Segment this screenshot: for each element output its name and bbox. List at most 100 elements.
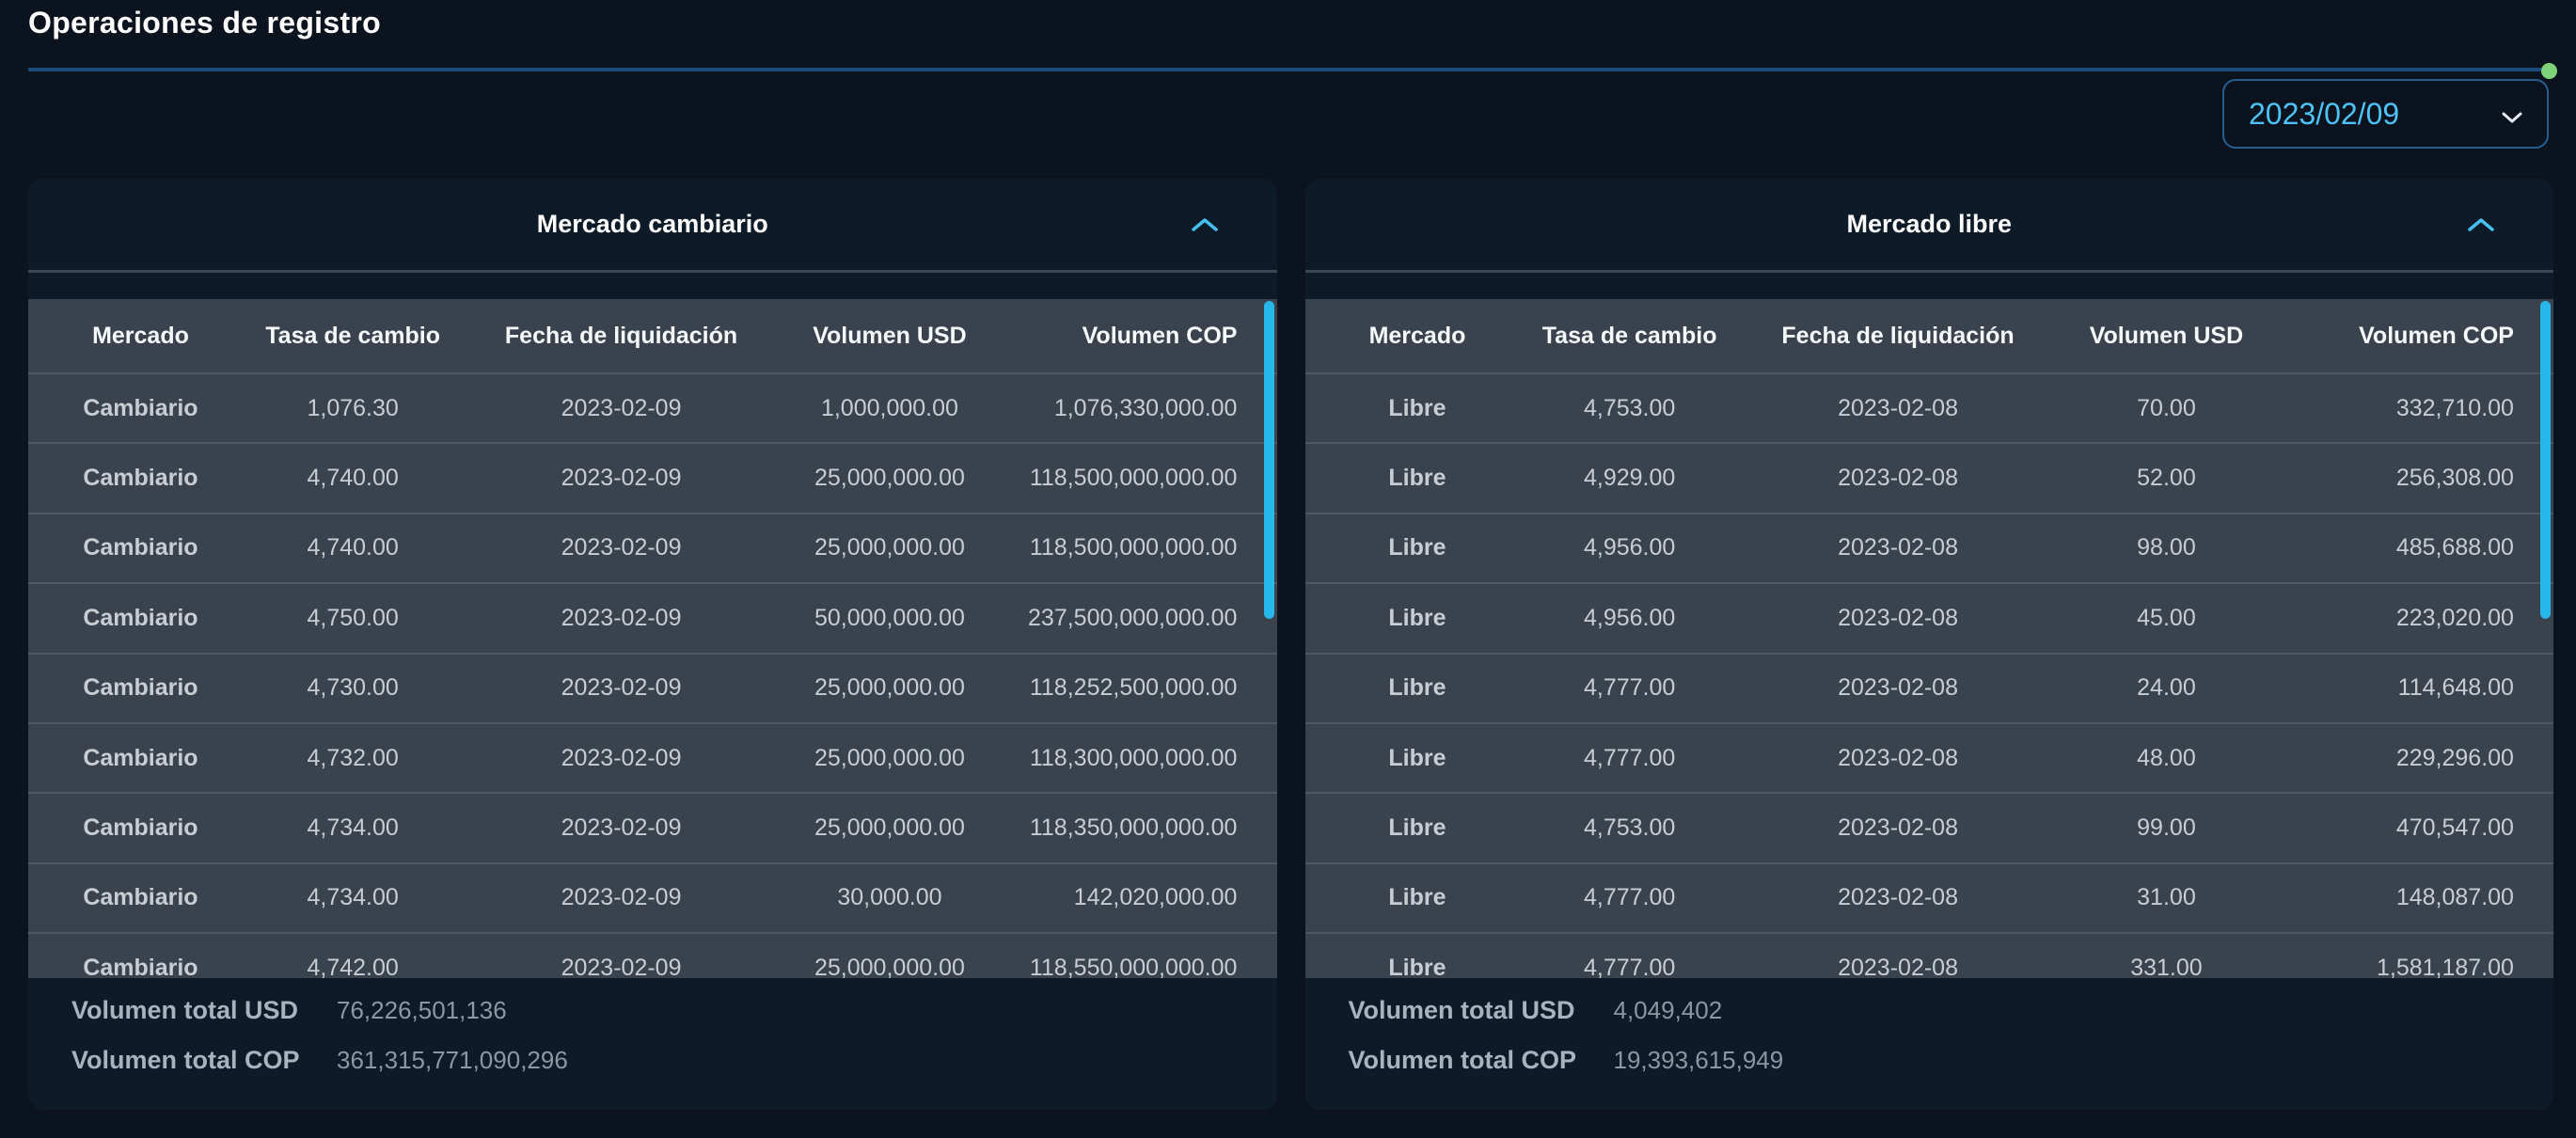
table-cell: 2023-02-08 bbox=[1838, 884, 1958, 911]
date-select[interactable]: 2023/02/09 bbox=[2222, 79, 2549, 149]
table-cell: 50,000,000.00 bbox=[814, 604, 965, 631]
header-underline bbox=[28, 68, 2552, 71]
table-row[interactable]: Libre 4,753.00 2023-02-08 99.00 470,547.00 bbox=[1304, 792, 2553, 862]
table-cell: 118,550,000,000.00 bbox=[1029, 954, 1238, 978]
table-cell: 25,000,000.00 bbox=[814, 465, 965, 492]
total-usd-line: Volumen total USD 76,226,501,136 bbox=[71, 986, 1277, 1035]
total-cop-line: Volumen total COP 361,315,771,090,296 bbox=[71, 1035, 1277, 1085]
table-cell: 118,500,000,000.00 bbox=[1029, 465, 1238, 492]
table-row[interactable]: Libre 4,929.00 2023-02-08 52.00 256,308.00 bbox=[1304, 442, 2553, 513]
card-title: Mercado cambiario bbox=[536, 210, 768, 238]
table-cell: 237,500,000,000.00 bbox=[1028, 604, 1238, 631]
table-cell: Cambiario bbox=[83, 814, 198, 842]
table-cell: 118,300,000,000.00 bbox=[1029, 744, 1238, 771]
table-row[interactable]: Libre 4,777.00 2023-02-08 31.00 148,087.00 bbox=[1304, 861, 2553, 933]
totals-footer: Volumen total USD 4,049,402 Volumen tota… bbox=[1305, 978, 2554, 1110]
table-cell: 331.00 bbox=[2130, 954, 2203, 978]
column-header: Volumen COP bbox=[1082, 322, 1238, 349]
table-cell: Cambiario bbox=[83, 465, 198, 492]
table-row[interactable]: Libre 4,777.00 2023-02-08 331.00 1,581,187.0… bbox=[1304, 932, 2553, 978]
table-cell: 98.00 bbox=[2137, 534, 2196, 561]
table-cell: 2023-02-08 bbox=[1838, 394, 1958, 421]
total-usd-line: Volumen total USD 4,049,402 bbox=[1349, 986, 2554, 1035]
table-cell: 4,732.00 bbox=[307, 744, 399, 771]
table-cell: 52.00 bbox=[2137, 465, 2196, 492]
table-cell: Cambiario bbox=[83, 954, 198, 978]
market-card-libre: Mercado libre Mercado Tasa de cambio Fecha… bbox=[1304, 179, 2554, 1110]
card-header: Mercado libre bbox=[1304, 179, 2553, 273]
table-cell: 142,020,000.00 bbox=[1073, 884, 1238, 911]
table-cell: 114,648.00 bbox=[2397, 674, 2514, 702]
table-row[interactable]: Libre 4,777.00 2023-02-08 48.00 229,296.00 bbox=[1304, 721, 2553, 793]
table-cell: Libre bbox=[1388, 744, 1446, 771]
table-cell: 1,000,000.00 bbox=[820, 394, 958, 421]
table-cell: 24.00 bbox=[2137, 674, 2196, 702]
chevron-up-icon bbox=[1191, 217, 1219, 235]
table-row[interactable]: Libre 4,777.00 2023-02-08 24.00 114,648.00 bbox=[1304, 652, 2553, 722]
scrollbar-thumb[interactable] bbox=[1263, 301, 1274, 619]
table-cell: Libre bbox=[1388, 604, 1446, 631]
table-cell: 470,547.00 bbox=[2395, 814, 2514, 842]
total-cop-label: Volumen total COP bbox=[71, 1046, 300, 1074]
total-cop-value: 19,393,615,949 bbox=[1613, 1046, 1784, 1074]
table-cell: 332,710.00 bbox=[2395, 394, 2514, 421]
table-row[interactable]: Libre 4,753.00 2023-02-08 70.00 332,710.00 bbox=[1304, 372, 2553, 443]
cards-container: Mercado cambiario Mercado Tasa de cambio F… bbox=[28, 179, 2553, 1110]
table-row[interactable]: Cambiario 1,076.30 2023-02-09 1,000,000.00 1… bbox=[28, 372, 1277, 443]
table-cell: 4,777.00 bbox=[1583, 954, 1676, 978]
table-cell: 4,777.00 bbox=[1583, 674, 1676, 702]
table-row[interactable]: Cambiario 4,742.00 2023-02-09 25,000,000.00… bbox=[28, 932, 1277, 978]
table-cell: 70.00 bbox=[2137, 394, 2196, 421]
table-cell: 25,000,000.00 bbox=[814, 534, 965, 561]
table-cell: 25,000,000.00 bbox=[814, 814, 965, 842]
table-cell: Cambiario bbox=[83, 534, 198, 561]
column-header: Fecha de liquidación bbox=[504, 322, 738, 349]
page: Operaciones de registro 2023/02/09 Merca… bbox=[0, 0, 2576, 1138]
table-cell: 1,076.30 bbox=[307, 394, 399, 421]
collapse-button[interactable] bbox=[1187, 213, 1223, 236]
table-row[interactable]: Cambiario 4,732.00 2023-02-09 25,000,000.00… bbox=[28, 721, 1277, 793]
table-viewport: Mercado Tasa de cambio Fecha de liquidació… bbox=[1304, 299, 2553, 978]
page-title: Operaciones de registro bbox=[28, 6, 382, 40]
table-cell: Libre bbox=[1388, 884, 1446, 911]
table-cell: 2023-02-08 bbox=[1838, 465, 1958, 492]
column-header: Fecha de liquidación bbox=[1781, 322, 2015, 349]
total-cop-line: Volumen total COP 19,393,615,949 bbox=[1349, 1035, 2554, 1085]
table-cell: 4,956.00 bbox=[1583, 604, 1676, 631]
table-cell: 4,956.00 bbox=[1583, 534, 1676, 561]
table-row[interactable]: Cambiario 4,740.00 2023-02-09 25,000,000.00… bbox=[28, 512, 1277, 583]
table-cell: 256,308.00 bbox=[2395, 465, 2514, 492]
table-cell: 4,929.00 bbox=[1583, 465, 1676, 492]
table-row[interactable]: Libre 4,956.00 2023-02-08 45.00 223,020.00 bbox=[1304, 582, 2553, 653]
table-cell: 4,777.00 bbox=[1583, 884, 1676, 911]
table-cell: 1,581,187.00 bbox=[2376, 954, 2514, 978]
table-cell: 45.00 bbox=[2137, 604, 2196, 631]
collapse-button[interactable] bbox=[2463, 213, 2499, 236]
table-cell: Cambiario bbox=[83, 744, 198, 771]
table-cell: 4,740.00 bbox=[307, 534, 399, 561]
column-header: Tasa de cambio bbox=[265, 322, 440, 349]
table-cell: 118,350,000,000.00 bbox=[1029, 814, 1238, 842]
table-cell: 2023-02-09 bbox=[561, 744, 682, 771]
table-row[interactable]: Cambiario 4,734.00 2023-02-09 25,000,000.00… bbox=[28, 792, 1277, 862]
table-row[interactable]: Cambiario 4,730.00 2023-02-09 25,000,000.00… bbox=[28, 652, 1277, 722]
table-cell: 223,020.00 bbox=[2395, 604, 2514, 631]
table-row[interactable]: Libre 4,956.00 2023-02-08 98.00 485,688.00 bbox=[1304, 512, 2553, 583]
table-cell: 2023-02-09 bbox=[561, 604, 682, 631]
table-cell: 2023-02-08 bbox=[1838, 814, 1958, 842]
total-cop-label: Volumen total COP bbox=[1348, 1046, 1577, 1074]
table-cell: 4,740.00 bbox=[307, 465, 399, 492]
column-header: Tasa de cambio bbox=[1541, 322, 1717, 349]
chevron-up-icon bbox=[2467, 217, 2495, 235]
table-cell: 2023-02-09 bbox=[561, 534, 682, 561]
total-usd-label: Volumen total USD bbox=[1348, 996, 1575, 1024]
table-row[interactable]: Cambiario 4,750.00 2023-02-09 50,000,000.00… bbox=[28, 582, 1277, 653]
scrollbar-thumb[interactable] bbox=[2540, 301, 2551, 619]
table-cell: 4,777.00 bbox=[1583, 744, 1676, 771]
table-row[interactable]: Cambiario 4,740.00 2023-02-09 25,000,000.00… bbox=[28, 442, 1277, 513]
table-cell: 2023-02-08 bbox=[1838, 534, 1958, 561]
date-select-value: 2023/02/09 bbox=[2249, 96, 2400, 131]
status-dot bbox=[2541, 63, 2557, 79]
market-card-cambiario: Mercado cambiario Mercado Tasa de cambio F… bbox=[28, 179, 1277, 1110]
table-row[interactable]: Cambiario 4,734.00 2023-02-09 30,000.00 142,… bbox=[28, 861, 1277, 933]
